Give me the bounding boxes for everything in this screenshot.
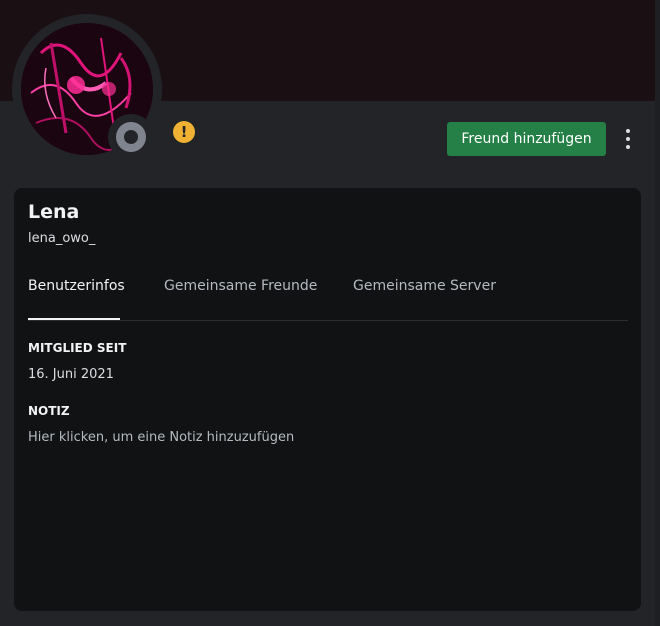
note-title: NOTIZ (28, 404, 70, 418)
member-since-value: 16. Juni 2021 (28, 367, 114, 382)
tab-mutual-servers[interactable]: Gemeinsame Server (353, 278, 496, 294)
add-friend-button[interactable]: Freund hinzufügen (447, 122, 606, 156)
more-options-icon[interactable] (617, 126, 639, 152)
warning-icon[interactable]: ! (173, 121, 195, 143)
username: lena_owo_ (28, 231, 96, 246)
note-input[interactable]: Hier klicken, um eine Notiz hinzuzufügen (28, 430, 294, 445)
more-dot (626, 145, 630, 149)
window-edge (655, 0, 660, 626)
profile-card: Lena lena_owo_ Benutzerinfos Gemeinsame … (14, 188, 641, 611)
tab-mutual-friends[interactable]: Gemeinsame Freunde (164, 278, 317, 294)
member-since-title: MITGLIED SEIT (28, 341, 127, 355)
status-icon-hole (124, 130, 138, 144)
tab-divider (28, 320, 628, 321)
tab-user-info[interactable]: Benutzerinfos (28, 278, 125, 294)
more-dot (626, 137, 630, 141)
display-name: Lena (28, 201, 80, 223)
more-dot (626, 129, 630, 133)
